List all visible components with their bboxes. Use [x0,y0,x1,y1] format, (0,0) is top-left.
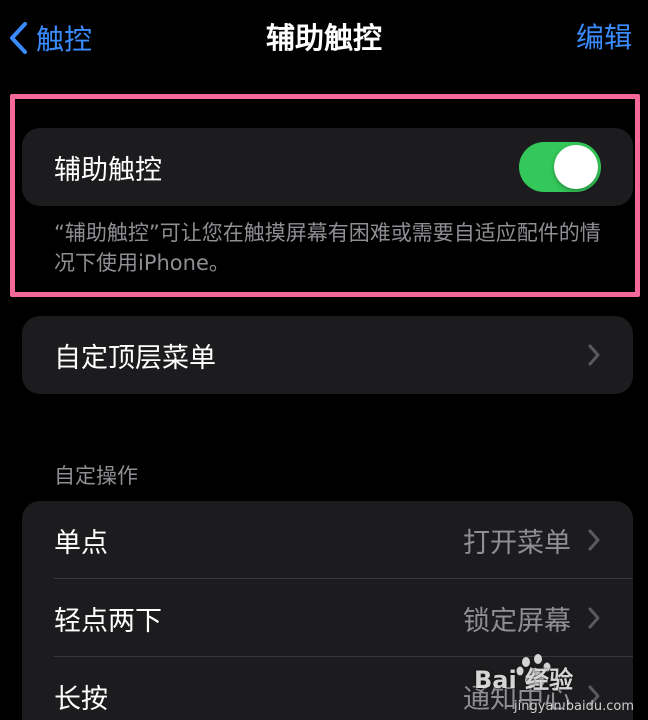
assistive-touch-card: 辅助触控 [22,128,633,206]
assistive-touch-toggle[interactable] [519,142,601,192]
customize-top-menu-label: 自定顶层菜单 [54,342,216,374]
chevron-right-icon [588,344,600,366]
page-title: 辅助触控 [265,21,382,55]
chevron-left-icon [10,22,27,54]
assistive-touch-settings-page: 触控 辅助触控 编辑 辅助触控 “辅助触控”可让您在触摸屏幕有困难或需要自适应配… [0,0,648,720]
chevron-right-icon [588,685,600,707]
action-label: 长按 [54,683,108,715]
action-value: 锁定屏幕 [463,605,571,637]
assistive-touch-footnote: “辅助触控”可让您在触摸屏幕有困难或需要自适应配件的情况下使用iPhone。 [54,221,601,275]
custom-actions-header: 自定操作 [54,464,138,488]
action-label: 单点 [54,527,108,559]
customize-top-menu-row[interactable]: 自定顶层菜单 [22,316,633,394]
action-label: 轻点两下 [54,605,162,637]
action-row-long-press[interactable]: 长按 通知中心 [22,657,633,720]
edit-button[interactable]: 编辑 [576,16,632,60]
action-value: 打开菜单 [463,527,571,559]
action-value: 通知中心 [463,683,571,715]
back-button[interactable]: 触控 [8,16,92,60]
action-row-double-tap[interactable]: 轻点两下 锁定屏幕 [22,579,633,657]
navigation-bar: 触控 辅助触控 编辑 [0,0,648,80]
customize-top-menu-card: 自定顶层菜单 [22,316,633,394]
toggle-knob [554,145,598,189]
back-button-label: 触控 [36,23,93,56]
assistive-touch-row: 辅助触控 [22,128,633,206]
action-row-single-tap[interactable]: 单点 打开菜单 [22,501,633,579]
chevron-right-icon [588,529,600,551]
custom-actions-card: 单点 打开菜单 轻点两下 锁定屏幕 长按 通知中心 [22,501,633,720]
chevron-right-icon [588,607,600,629]
assistive-touch-label: 辅助触控 [54,154,162,186]
